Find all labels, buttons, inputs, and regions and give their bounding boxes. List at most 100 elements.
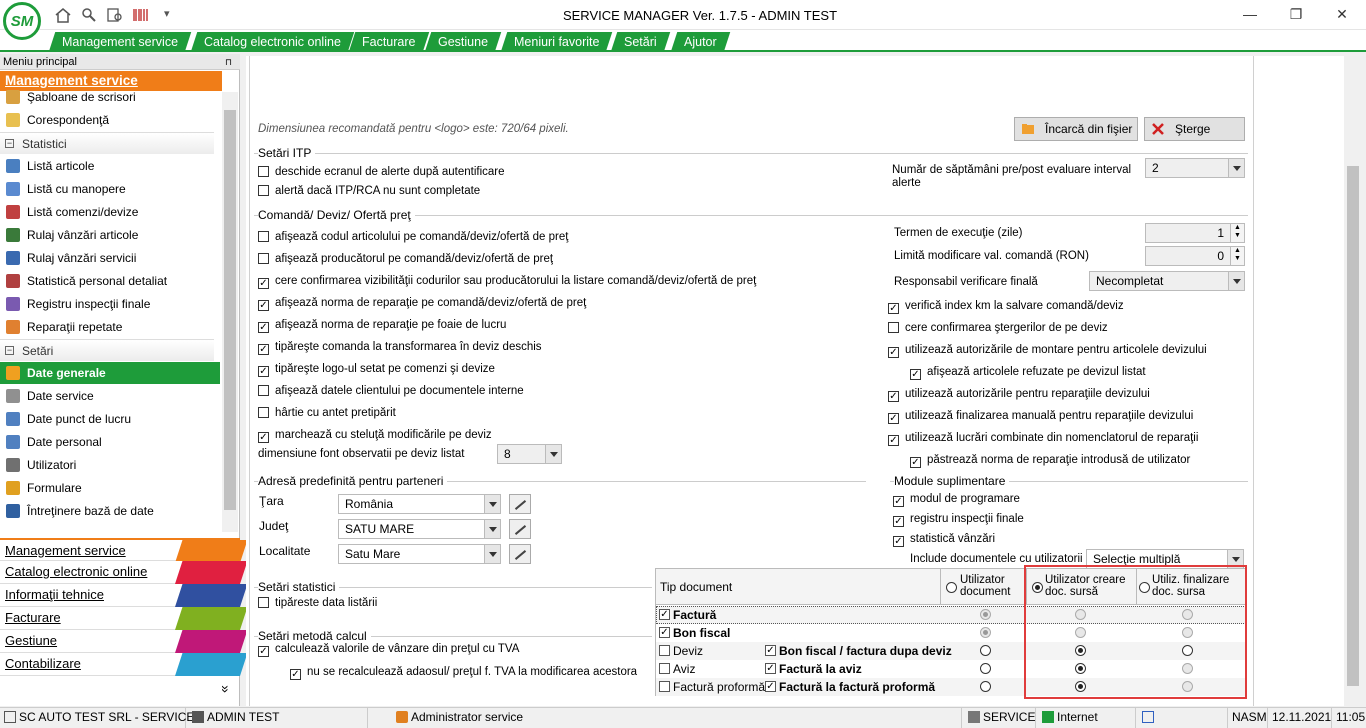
col-user-finalize-radio[interactable] [1139, 582, 1150, 593]
col-user-create-radio[interactable] [1032, 582, 1043, 593]
sidebar-item-items_setari-6[interactable]: Întreţinere bază de date [0, 500, 220, 522]
tab-ajutor[interactable]: Ajutor [670, 32, 730, 52]
cmd-right-checkbox-6[interactable]: ✓ utilizează lucrări combinate din nomenc… [888, 431, 1198, 446]
row-radio-3[interactable] [1182, 609, 1193, 620]
edit-city-button[interactable] [509, 544, 531, 564]
source-checkbox[interactable]: ✓ [765, 681, 776, 692]
row-checkbox[interactable]: ✓ [659, 627, 670, 638]
module-button-2[interactable]: Informaţii tehnice [0, 584, 248, 607]
cmd-option-checkbox-8[interactable]: hârtie cu antet pretipărit [258, 406, 396, 420]
module-button-4[interactable]: Gestiune [0, 630, 248, 653]
sidebar-scroll-thumb[interactable] [224, 110, 236, 510]
table-row[interactable]: ✓ Factură [656, 606, 1246, 624]
collapse-icon[interactable]: − [5, 139, 14, 148]
sidebar-group-setari[interactable]: − Setări [0, 339, 214, 361]
sidebar-item-items_stat-1[interactable]: Listă cu manopere [0, 178, 220, 200]
term-input[interactable]: 1 ▲ ▼ [1145, 223, 1245, 243]
module-programare-checkbox[interactable]: ✓ modul de programare [893, 492, 1020, 507]
cmd-option-checkbox-3[interactable]: ✓ afişează norma de reparaţie pe comandă/… [258, 296, 586, 311]
cmd-right-checkbox-3[interactable]: ✓ afişează articolele refuzate pe devizul… [910, 365, 1146, 380]
module-button-0[interactable]: Management service [0, 538, 248, 563]
sidebar-item-items_setari-5[interactable]: Formulare [0, 477, 220, 499]
row-radio-1[interactable] [980, 663, 991, 674]
itp-rca-checkbox[interactable]: alertă dacă ITP/RCA nu sunt completate [258, 184, 480, 198]
font-size-select[interactable]: 8 [497, 444, 562, 464]
cmd-option-checkbox-1[interactable]: afişează producătorul pe comandă/deviz/o… [258, 252, 553, 266]
row-checkbox[interactable]: ✓ [659, 609, 670, 620]
row-checkbox[interactable] [659, 663, 670, 674]
cmd-option-checkbox-6[interactable]: ✓ tipăreşte logo-ul setat pe comenzi şi d… [258, 362, 495, 377]
close-button[interactable]: ✕ [1332, 6, 1352, 23]
edit-country-button[interactable] [509, 494, 531, 514]
sidebar-item-items_stat-4[interactable]: Rulaj vânzări servicii [0, 247, 220, 269]
cmd-right-checkbox-5[interactable]: ✓ utilizează finalizarea manuală pentru r… [888, 409, 1193, 424]
row-checkbox[interactable] [659, 681, 670, 692]
tab-management-service[interactable]: Management service [48, 32, 192, 52]
module-statistica-checkbox[interactable]: ✓ statistică vânzări [893, 532, 995, 547]
cmd-option-checkbox-7[interactable]: afişează datele clientului pe documentel… [258, 384, 524, 398]
row-radio-3[interactable] [1182, 645, 1193, 656]
cmd-option-checkbox-9[interactable]: ✓ marchează cu steluţă modificările pe de… [258, 428, 492, 443]
responsible-select[interactable]: Necompletat [1089, 271, 1245, 291]
print-date-checkbox[interactable]: tipăreste data listării [258, 596, 377, 610]
maximize-button[interactable]: ❐ [1286, 6, 1306, 23]
cmd-right-checkbox-4[interactable]: ✓ utilizează autorizările pentru reparaţi… [888, 387, 1150, 402]
tab-meniuri-favorite[interactable]: Meniuri favorite [500, 32, 613, 52]
row-radio-1[interactable] [980, 681, 991, 692]
sidebar-item-items_stat-2[interactable]: Listă comenzi/devize [0, 201, 220, 223]
tab-setari[interactable]: Setări [610, 32, 670, 52]
row-radio-1[interactable] [980, 609, 991, 620]
cmd-option-checkbox-4[interactable]: ✓ afişează norma de reparaţie pe foaie de… [258, 318, 506, 333]
sidebar-item-items_setari-4[interactable]: Utilizatori [0, 454, 220, 476]
delete-logo-button[interactable]: Şterge [1144, 117, 1245, 141]
cmd-option-checkbox-0[interactable]: afişează codul articolului pe comandă/de… [258, 230, 568, 244]
more-modules-icon[interactable]: » [218, 685, 234, 693]
sidebar-item-items_setari-1[interactable]: Date service [0, 385, 220, 407]
row-radio-3[interactable] [1182, 663, 1193, 674]
module-button-5[interactable]: Contabilizare [0, 653, 248, 676]
row-radio-3[interactable] [1182, 681, 1193, 692]
pin-icon[interactable]: ⊓ [225, 54, 232, 70]
cmd-right-checkbox-1[interactable]: cere confirmarea ştergerilor de pe deviz [888, 321, 1108, 335]
main-scrollbar[interactable] [1344, 56, 1362, 706]
row-radio-2[interactable] [1075, 663, 1086, 674]
limit-input[interactable]: 0 ▲ ▼ [1145, 246, 1245, 266]
source-checkbox[interactable]: ✓ [765, 663, 776, 674]
sidebar-item-items_stat-0[interactable]: Listă articole [0, 155, 220, 177]
sidebar-group-statistici[interactable]: − Statistici [0, 132, 214, 154]
calc-vat-checkbox[interactable]: ✓ calculează valorile de vânzare din preţ… [258, 642, 519, 657]
sidebar-scrollbar[interactable] [222, 92, 238, 532]
tab-gestiune[interactable]: Gestiune [424, 32, 502, 52]
spinner-icon[interactable]: ▲ ▼ [1230, 224, 1244, 242]
main-scroll-thumb[interactable] [1347, 166, 1359, 686]
table-row[interactable]: Factură proformă ✓ Factură la factură prof… [656, 678, 1246, 696]
row-radio-2[interactable] [1075, 609, 1086, 620]
sidebar-item-items_setari-2[interactable]: Date punct de lucru [0, 408, 220, 430]
sidebar-item-items_setari-3[interactable]: Date personal [0, 431, 220, 453]
table-row[interactable]: Deviz ✓ Bon fiscal / factura dupa deviz [656, 642, 1246, 660]
load-from-file-button[interactable]: Încarcă din fişier [1014, 117, 1138, 141]
tab-catalog-electronic[interactable]: Catalog electronic online [190, 32, 355, 52]
cmd-option-checkbox-2[interactable]: ✓ cere confirmarea vizibilităţii codurilo… [258, 274, 756, 289]
row-checkbox[interactable] [659, 645, 670, 656]
row-radio-3[interactable] [1182, 627, 1193, 638]
col-user-doc-radio[interactable] [946, 582, 957, 593]
row-radio-2[interactable] [1075, 627, 1086, 638]
spinner-icon[interactable]: ▲ ▼ [1230, 247, 1244, 265]
cmd-option-checkbox-5[interactable]: ✓ tipăreşte comanda la transformarea în d… [258, 340, 542, 355]
country-select[interactable]: România [338, 494, 501, 514]
table-row[interactable]: ✓ Bon fiscal [656, 624, 1246, 642]
weeks-select[interactable]: 2 [1145, 158, 1245, 178]
collapse-icon[interactable]: − [5, 346, 14, 355]
itp-alerts-checkbox[interactable]: deschide ecranul de alerte după autentif… [258, 165, 505, 179]
county-select[interactable]: SATU MARE [338, 519, 501, 539]
include-docs-select[interactable]: Selecţie multiplă [1086, 549, 1244, 569]
row-radio-2[interactable] [1075, 681, 1086, 692]
sidebar-item-items_top-1[interactable]: Corespondenţă [0, 109, 220, 131]
row-radio-1[interactable] [980, 645, 991, 656]
sidebar-item-items_stat-7[interactable]: Reparaţii repetate [0, 316, 220, 338]
row-radio-1[interactable] [980, 627, 991, 638]
table-row[interactable]: Aviz ✓ Factură la aviz [656, 660, 1246, 678]
sidebar-item-items_setari-0[interactable]: Date generale [0, 362, 220, 384]
minimize-button[interactable]: — [1240, 6, 1260, 22]
